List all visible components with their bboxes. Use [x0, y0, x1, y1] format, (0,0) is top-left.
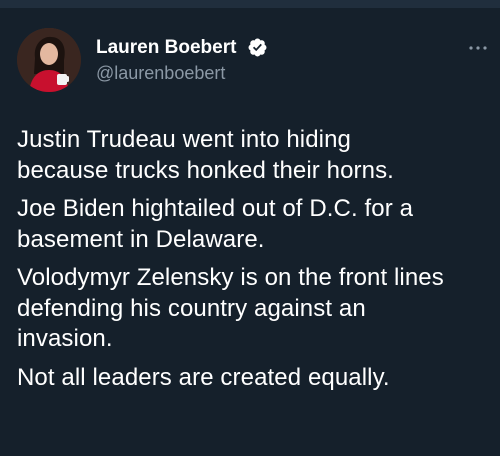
more-options-icon[interactable]	[466, 41, 490, 55]
tweet-line: basement in Delaware.	[17, 225, 265, 253]
top-separator	[0, 0, 500, 8]
avatar[interactable]	[17, 28, 81, 92]
tweet-paragraph: Joe Biden hightailed out of D.C. for a b…	[17, 194, 492, 255]
verified-badge-icon	[248, 38, 267, 57]
author-handle[interactable]: @laurenboebert	[96, 63, 225, 84]
tweet-paragraph: Not all leaders are created equally.	[17, 363, 492, 394]
tweet-line: Joe Biden hightailed out of D.C. for a	[17, 195, 414, 222]
tweet-line: Not all leaders are created equally.	[17, 363, 390, 391]
tweet-line: defending his country against an	[17, 294, 366, 322]
tweet-paragraph: Justin Trudeau went into hiding because …	[17, 125, 492, 186]
tweet-paragraph: Volodymyr Zelensky is on the front lines…	[17, 263, 492, 355]
tweet-text: Justin Trudeau went into hiding because …	[17, 125, 492, 401]
author-name[interactable]: Lauren Boebert	[96, 37, 236, 59]
tweet-line: Justin Trudeau went into hiding	[17, 126, 351, 153]
tweet-line: invasion.	[17, 325, 113, 352]
tweet-card: Lauren Boebert @laurenboebert Justin Tru…	[0, 8, 500, 456]
avatar-image	[17, 28, 81, 92]
tweet-line: Volodymyr Zelensky is on the front lines	[17, 264, 444, 291]
tweet-line: because trucks honked their horns.	[17, 156, 394, 184]
